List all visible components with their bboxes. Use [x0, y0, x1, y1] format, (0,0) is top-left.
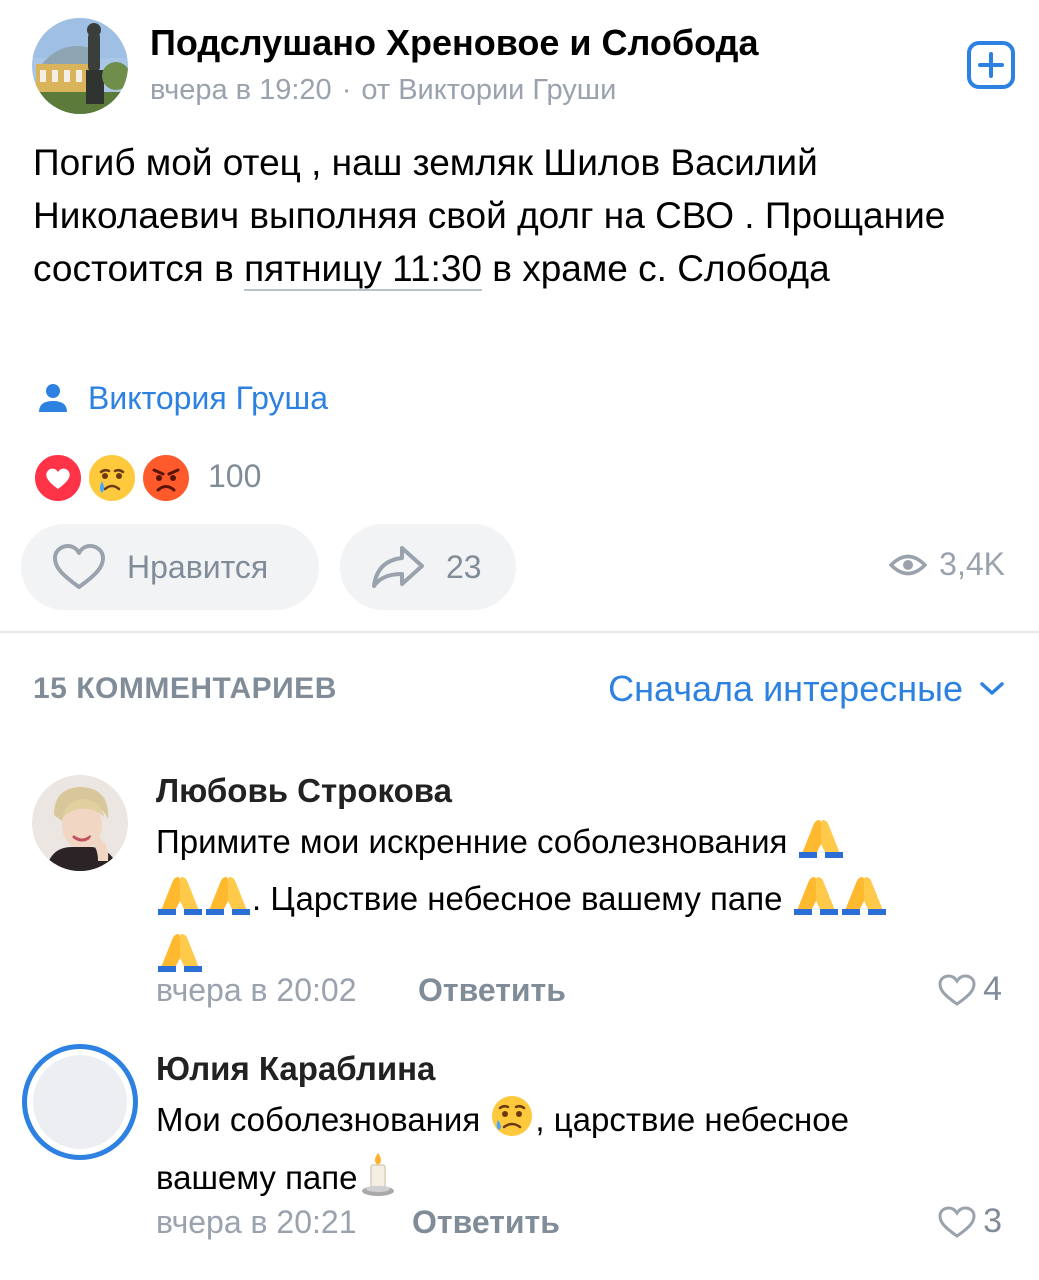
- comments-count: 15 КОММЕНТАРИЕВ: [33, 672, 337, 705]
- angry-face-reaction-icon: [140, 452, 192, 504]
- comment-text: Мои соболезнования , царствие небесное в…: [156, 1094, 1016, 1210]
- post-text: Погиб мой отец , наш земляк Шилов Васили…: [33, 136, 993, 295]
- plus-square-icon: [967, 41, 1015, 89]
- add-subscribe-button[interactable]: [966, 40, 1016, 90]
- post-source[interactable]: от Виктории Груши: [361, 74, 616, 106]
- comment-text-part: , царствие небесное: [535, 1101, 849, 1139]
- comment-text-part: Примите мои искренние соболезнования: [156, 823, 797, 861]
- reaction-count: 100: [208, 458, 262, 494]
- post-text-part2: в храме с. Слобода: [482, 248, 830, 289]
- commenter-avatar[interactable]: [32, 775, 128, 871]
- share-button[interactable]: 23: [340, 524, 516, 610]
- chevron-down-icon: [980, 682, 1004, 695]
- commenter-avatar[interactable]: [22, 1044, 138, 1160]
- author-sign-name: Виктория Груша: [88, 379, 328, 416]
- comment-text-part: Мои соболезнования: [156, 1101, 490, 1139]
- post-meta: вчера в 19:20 · от Виктории Груши: [150, 74, 616, 107]
- post-header: Подслушано Хреновое и Слобода вчера в 19…: [0, 0, 1039, 130]
- views-counter: 3,4K: [889, 546, 1005, 583]
- praying-hands-emoji-icon: [797, 816, 845, 873]
- comments-sort-select[interactable]: Сначала интересные: [608, 668, 1005, 710]
- comment-author[interactable]: Любовь Строкова: [156, 772, 452, 810]
- praying-hands-emoji-icon: [156, 873, 204, 930]
- comments-header: 15 КОММЕНТАРИЕВ Сначала интересные: [0, 660, 1039, 720]
- section-divider: [0, 631, 1039, 633]
- comment-author[interactable]: Юлия Караблина: [156, 1050, 435, 1088]
- share-arrow-icon: [372, 546, 424, 588]
- views-count: 3,4K: [939, 546, 1005, 582]
- reply-button[interactable]: Ответить: [418, 972, 566, 1009]
- group-name[interactable]: Подслушано Хреновое и Слобода: [150, 22, 759, 64]
- heart-outline-icon: [938, 973, 976, 1006]
- comment-like-button[interactable]: 4: [937, 970, 1002, 1009]
- group-avatar[interactable]: [32, 18, 128, 114]
- praying-hands-emoji-icon: [204, 873, 252, 930]
- date-link[interactable]: пятницу 11:30: [244, 248, 482, 289]
- post-time: вчера в 19:20: [150, 74, 332, 106]
- meta-separator: ·: [341, 74, 352, 106]
- author-sign[interactable]: Виктория Груша: [36, 376, 328, 420]
- comment-text-part: . Царствие небесное вашему папе: [252, 880, 792, 918]
- praying-hands-emoji-icon: [840, 873, 888, 930]
- like-label: Нравится: [127, 548, 269, 585]
- crying-face-reaction-icon: [86, 452, 138, 504]
- heart-outline-icon: [53, 544, 105, 589]
- like-button[interactable]: Нравится: [21, 524, 319, 610]
- reply-button[interactable]: Ответить: [412, 1204, 560, 1241]
- share-count: 23: [446, 548, 482, 585]
- sad-face-emoji-icon: [489, 1094, 535, 1151]
- comment-footer: вчера в 20:21 Ответить 3: [156, 1200, 1006, 1244]
- comment-text: Примите мои искренние соболезнования . Ц…: [156, 816, 1016, 987]
- comment-text-line: . Царствие небесное вашему папе: [156, 873, 1016, 930]
- comment-text-part: вашему папе: [156, 1159, 358, 1197]
- praying-hands-emoji-icon: [792, 873, 840, 930]
- comment-like-count: 4: [983, 970, 1002, 1008]
- heart-outline-icon: [938, 1205, 976, 1238]
- comment-time: вчера в 20:21: [156, 1204, 357, 1240]
- comment-time: вчера в 20:02: [156, 972, 357, 1008]
- comment-like-button[interactable]: 3: [937, 1202, 1002, 1241]
- sort-label: Сначала интересные: [608, 668, 963, 709]
- post-action-bar: Нравится 23 3,4K: [0, 524, 1039, 612]
- comment-text-line: Примите мои искренние соболезнования: [156, 816, 1016, 873]
- comment-item: Любовь Строкова Примите мои искренние со…: [0, 770, 1039, 1020]
- heart-reaction-icon: [32, 452, 84, 504]
- eye-icon: [889, 554, 928, 575]
- comment-like-count: 3: [983, 1202, 1002, 1240]
- comment-footer: вчера в 20:02 Ответить 4: [156, 968, 1006, 1012]
- comment-item: Юлия Караблина Мои соболезнования , царс…: [0, 1044, 1039, 1254]
- person-icon: [39, 384, 67, 412]
- comment-text-line: Мои соболезнования , царствие небесное: [156, 1094, 1016, 1151]
